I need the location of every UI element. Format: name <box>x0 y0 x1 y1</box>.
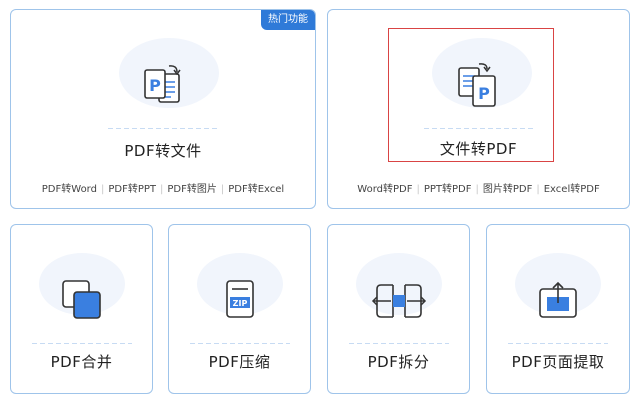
pdf-to-file-title: PDF转文件 <box>124 142 202 160</box>
link-pdf-to-word[interactable]: PDF转Word <box>42 184 97 195</box>
hot-feature-badge: 热门功能 <box>261 10 315 30</box>
doc-letter: P <box>149 76 161 95</box>
title-underline <box>108 128 218 129</box>
title-underline <box>508 343 608 344</box>
title-underline <box>348 343 449 344</box>
selection-highlight <box>388 28 554 162</box>
pdf-extract-card[interactable]: PDF页面提取 <box>486 224 630 394</box>
pdf-extract-title: PDF页面提取 <box>511 353 605 371</box>
extract-page-icon <box>535 279 581 321</box>
pdf-compress-title: PDF压缩 <box>208 353 271 371</box>
link-excel-to-pdf[interactable]: Excel转PDF <box>544 184 600 195</box>
pdf-compress-card[interactable]: ZIP PDF压缩 <box>168 224 311 394</box>
pdf-split-title: PDF拆分 <box>367 353 430 371</box>
link-pdf-to-image[interactable]: PDF转图片 <box>167 184 216 195</box>
link-pdf-to-ppt[interactable]: PDF转PPT <box>108 184 156 195</box>
pdf-split-card[interactable]: PDF拆分 <box>327 224 470 394</box>
link-word-to-pdf[interactable]: Word转PDF <box>357 184 412 195</box>
link-pdf-to-excel[interactable]: PDF转Excel <box>228 184 284 195</box>
file-to-pdf-links: Word转PDF | PPT转PDF | 图片转PDF | Excel转PDF <box>357 184 600 195</box>
merge-icon <box>57 277 107 323</box>
pdf-merge-card[interactable]: PDF合并 <box>10 224 153 394</box>
title-underline <box>31 343 132 344</box>
pdf-to-file-links: PDF转Word | PDF转PPT | PDF转图片 | PDF转Excel <box>41 184 285 195</box>
pdf-to-file-card[interactable]: 热门功能 P PDF转文件 PDF转Word | PDF转PPT | PDF转图片 | PD… <box>10 9 316 209</box>
title-underline <box>189 343 290 344</box>
pdf-merge-title: PDF合并 <box>50 353 113 371</box>
pdf-to-file-icon: P <box>133 60 193 120</box>
zip-label: ZIP <box>232 299 247 308</box>
zip-file-icon: ZIP <box>220 277 260 323</box>
split-icon <box>371 281 427 321</box>
link-image-to-pdf[interactable]: 图片转PDF <box>483 184 532 195</box>
link-ppt-to-pdf[interactable]: PPT转PDF <box>424 184 472 195</box>
